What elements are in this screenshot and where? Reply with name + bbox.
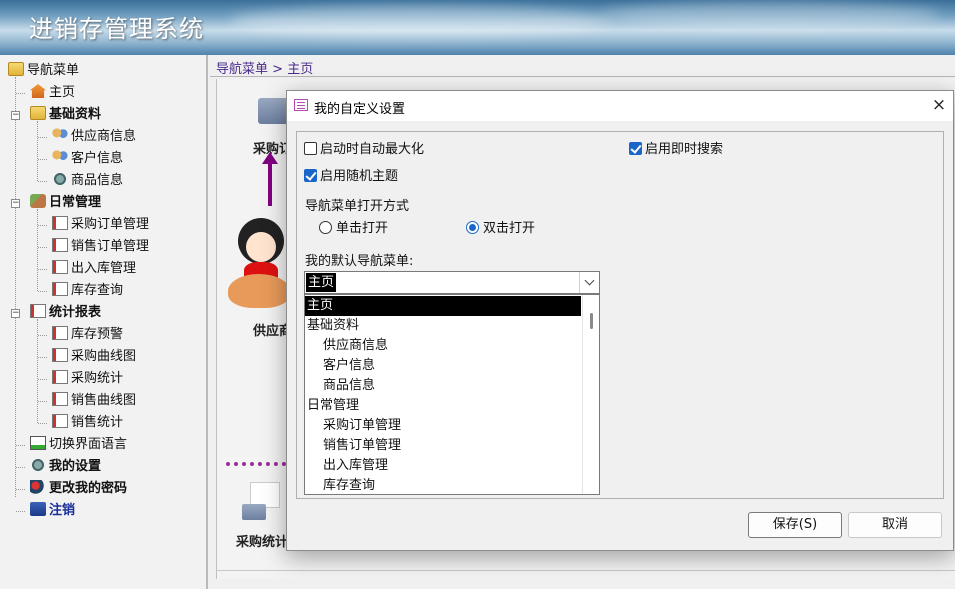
checkbox-unchecked-icon [304,142,317,155]
sidebar-item-sales-stats[interactable]: 销售统计 [52,412,123,434]
sidebar-item-home[interactable]: 主页 [30,82,75,104]
people-icon [52,128,68,142]
sidebar-item-change-password[interactable]: 更改我的密码 [30,478,127,500]
sidebar-item-logout[interactable]: 注销 [30,500,75,522]
sidebar-item-stock-io[interactable]: 出入库管理 [52,258,136,280]
banner-cloud [600,2,940,28]
document-icon [30,304,46,318]
tree-line [15,77,16,497]
document-icon [52,414,68,428]
checkbox-checked-icon [629,142,642,155]
divider [210,76,955,77]
sidebar-item-products[interactable]: 商品信息 [52,170,123,192]
dropdown-scrollbar[interactable] [582,295,599,494]
radio-selected-icon [466,221,479,234]
double-click-radio[interactable]: 双击打开 [466,220,535,238]
document-icon [52,370,68,384]
gear-icon [30,458,46,472]
document-icon [52,216,68,230]
tree-line [37,209,38,291]
breadcrumb-root[interactable]: 导航菜单 [216,62,268,77]
instant-search-checkbox[interactable]: 启用即时搜索 [629,141,723,159]
dropdown-option[interactable]: 客户信息 [305,356,581,376]
single-click-radio[interactable]: 单击打开 [319,220,388,238]
checkbox-checked-icon [304,169,317,182]
document-icon [52,392,68,406]
collapse-toggle[interactable]: − [11,111,20,120]
dropdown-option[interactable]: 基础资料 [305,316,581,336]
home-icon [30,84,46,98]
close-button[interactable]: × [929,95,949,115]
form-icon [294,99,308,111]
flow-arrow-icon [262,152,278,206]
app-title: 进销存管理系统 [29,15,204,43]
radio-unselected-icon [319,221,332,234]
dropdown-option[interactable]: 销售订单管理 [305,436,581,456]
breadcrumb-current: 主页 [287,62,314,77]
sidebar-item-purchase-curve[interactable]: 采购曲线图 [52,346,136,368]
tools-icon [30,194,46,208]
sidebar-group-daily[interactable]: 日常管理 [30,192,101,214]
sidebar-item-switch-language[interactable]: 切换界面语言 [30,434,127,456]
sidebar-item-suppliers[interactable]: 供应商信息 [52,126,136,148]
dialog-titlebar[interactable]: 我的自定义设置 × [287,91,953,121]
sidebar-item-my-settings[interactable]: 我的设置 [30,456,101,478]
key-icon [30,480,46,494]
document-icon [52,326,68,340]
sidebar-item-customers[interactable]: 客户信息 [52,148,123,170]
header-banner: 进销存管理系统 [0,0,955,55]
gear-icon [52,172,68,186]
dropdown-option[interactable]: 库存查询 [305,476,581,494]
clerk-icon[interactable] [228,218,290,310]
folder-open-icon [30,106,46,120]
dropdown-option[interactable]: 供应商信息 [305,336,581,356]
open-mode-label: 导航菜单打开方式 [305,199,410,214]
breadcrumb: 导航菜单 > 主页 [216,58,313,77]
cancel-button[interactable]: 取消 [848,512,942,538]
sidebar-item-purchase-orders[interactable]: 采购订单管理 [52,214,149,236]
dropdown-option[interactable]: 商品信息 [305,376,581,396]
folder-open-icon [8,62,24,76]
people-icon [52,150,68,164]
default-menu-dropdown-list[interactable]: 主页 基础资料 供应商信息 客户信息 商品信息 日常管理 采购订单管理 销售订单… [304,294,600,495]
scrollbar-thumb[interactable] [590,313,593,329]
breadcrumb-separator: > [272,62,284,77]
default-menu-select[interactable]: 主页 [304,271,600,294]
auto-maximize-checkbox[interactable]: 启动时自动最大化 [304,141,424,159]
dropdown-option[interactable]: 日常管理 [305,396,581,416]
banner-cloud [230,6,610,36]
sidebar-item-sales-orders[interactable]: 销售订单管理 [52,236,149,258]
divider [216,570,955,571]
sidebar-group-reports[interactable]: 统计报表 [30,302,101,324]
dialog-title: 我的自定义设置 [314,102,406,117]
select-value: 主页 [306,273,337,292]
sidebar-group-basic-data[interactable]: 基础资料 [30,104,101,126]
navigation-sidebar: 导航菜单 主页 − 基础资料 供应商信息 客户信息 商品信息 − 日常管理 采购… [0,55,208,589]
exit-icon [30,502,46,516]
purchase-stats-icon[interactable] [242,482,282,522]
tree-line [37,121,38,181]
save-button[interactable]: 保存(S) [748,512,842,538]
sidebar-item-purchase-stats[interactable]: 采购统计 [52,368,123,390]
random-theme-checkbox[interactable]: 启用随机主题 [304,168,398,186]
dropdown-option[interactable]: 采购订单管理 [305,416,581,436]
flow-dotted-line [226,462,286,466]
sidebar-item-stock-alert[interactable]: 库存预警 [52,324,123,346]
collapse-toggle[interactable]: − [11,199,20,208]
document-icon [52,348,68,362]
sidebar-item-sales-curve[interactable]: 销售曲线图 [52,390,136,412]
dropdown-option[interactable]: 主页 [305,296,581,316]
chevron-down-icon[interactable] [579,272,599,293]
document-icon [52,282,68,296]
chart-icon [30,436,46,450]
document-icon [52,238,68,252]
sidebar-item-stock-query[interactable]: 库存查询 [52,280,123,302]
document-icon [52,260,68,274]
collapse-toggle[interactable]: − [11,309,20,318]
dropdown-option[interactable]: 出入库管理 [305,456,581,476]
tree-root[interactable]: 导航菜单 [8,60,79,82]
settings-dialog: 我的自定义设置 × 启动时自动最大化 启用即时搜索 启用随机主题 导航菜单打开方… [286,90,954,551]
flow-label-purchase-stats[interactable]: 采购统计 [236,531,288,550]
default-menu-label: 我的默认导航菜单: [305,254,414,269]
